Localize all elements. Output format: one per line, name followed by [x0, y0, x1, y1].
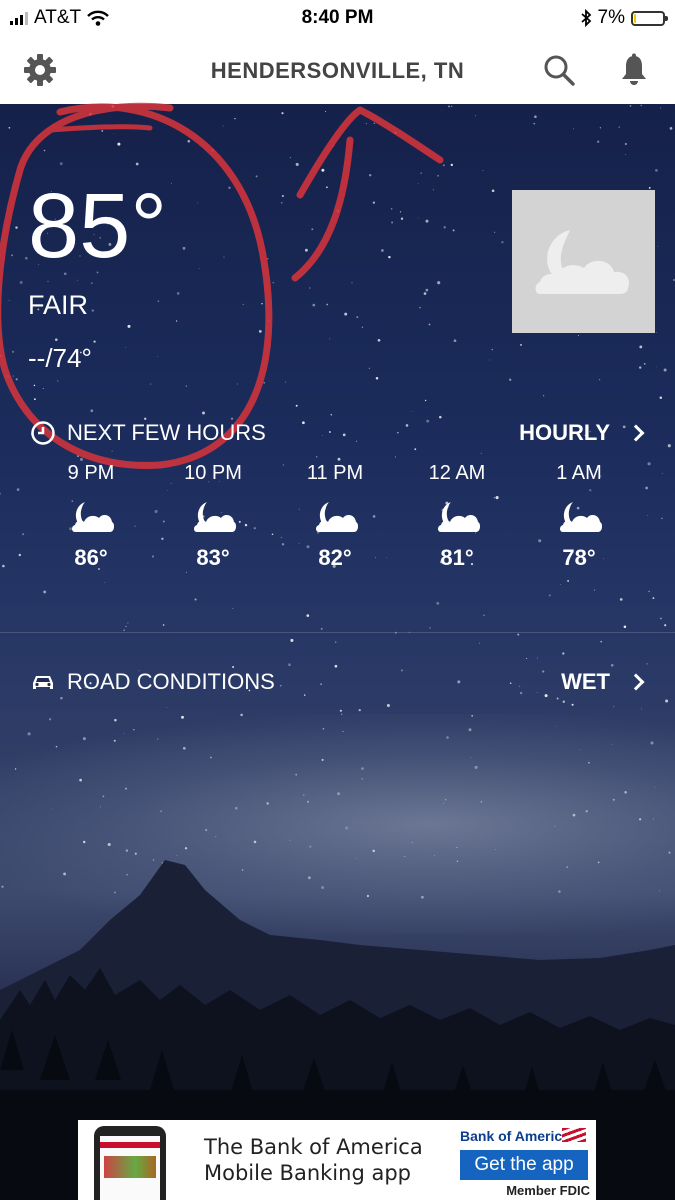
road-conditions-label: ROAD CONDITIONS — [67, 669, 275, 694]
current-temperature: 85° — [28, 175, 168, 277]
hourly-link-label: HOURLY — [519, 420, 610, 445]
search-icon — [544, 55, 575, 86]
moon-cloud-icon — [152, 495, 274, 539]
battery-percent: 7% — [597, 7, 625, 28]
hour-temp: 86° — [74, 545, 108, 570]
moon-cloud-icon — [274, 495, 396, 539]
chevron-right-icon — [627, 673, 645, 691]
hour-forecast-item[interactable]: 11 PM 82° — [274, 462, 396, 571]
chevron-right-icon — [627, 424, 645, 442]
ad-banner[interactable]: The Bank of America Mobile Banking app B… — [78, 1120, 596, 1200]
get-app-button[interactable]: Get the app — [460, 1150, 588, 1180]
next-hours-label: NEXT FEW HOURS — [67, 420, 266, 445]
hour-time: 12 AM — [428, 462, 486, 484]
ad-line-1: The Bank of America — [204, 1135, 423, 1159]
hour-time: 10 PM — [184, 462, 242, 484]
moon-cloud-icon — [396, 495, 518, 539]
app-header: HENDERSONVILLE, TN — [0, 36, 675, 104]
hour-temp: 81° — [440, 545, 474, 570]
hour-forecast-item[interactable]: 9 PM 86° — [30, 462, 152, 571]
car-icon — [30, 669, 56, 695]
bluetooth-icon — [580, 9, 591, 27]
road-conditions-value[interactable]: WET — [561, 669, 648, 695]
hour-time: 11 PM — [306, 462, 364, 484]
alerts-button[interactable] — [616, 52, 652, 88]
battery-icon — [631, 10, 668, 26]
ad-fdic-label: Member FDIC — [506, 1183, 590, 1198]
bell-icon — [622, 53, 646, 85]
hour-time: 9 PM — [67, 462, 115, 484]
hour-forecast-item[interactable]: 12 AM 81° — [396, 462, 518, 571]
moon-cloud-icon — [30, 495, 152, 539]
phone-image — [94, 1126, 166, 1200]
hour-temp: 82° — [318, 545, 352, 570]
hour-forecast-item[interactable]: 1 AM 78° — [518, 462, 640, 571]
moon-cloud-icon — [535, 230, 630, 294]
ad-brand-logo: Bank of America — [460, 1128, 570, 1144]
flag-logo-icon — [562, 1128, 586, 1142]
clock-icon — [30, 420, 56, 446]
hour-temp: 78° — [562, 545, 596, 570]
road-conditions-status: WET — [561, 669, 610, 694]
battery-level — [634, 13, 636, 23]
hour-time: 1 AM — [556, 462, 602, 484]
status-time: 8:40 PM — [301, 7, 374, 28]
section-divider — [0, 632, 675, 633]
search-button[interactable] — [541, 52, 577, 88]
condition-icon-box — [512, 190, 655, 333]
status-bar: AT&T 8:40 PM 7% — [0, 0, 675, 36]
status-right: 7% — [580, 7, 668, 29]
ad-text: The Bank of America Mobile Banking app — [204, 1134, 423, 1186]
current-condition: FAIR — [28, 290, 89, 320]
hi-lo-temperature: --/74° — [28, 343, 92, 373]
hour-forecast-item[interactable]: 10 PM 83° — [152, 462, 274, 571]
hourly-link[interactable]: HOURLY — [519, 420, 648, 446]
ad-line-2: Mobile Banking app — [204, 1161, 411, 1185]
hour-temp: 83° — [196, 545, 230, 570]
moon-cloud-icon — [518, 495, 640, 539]
